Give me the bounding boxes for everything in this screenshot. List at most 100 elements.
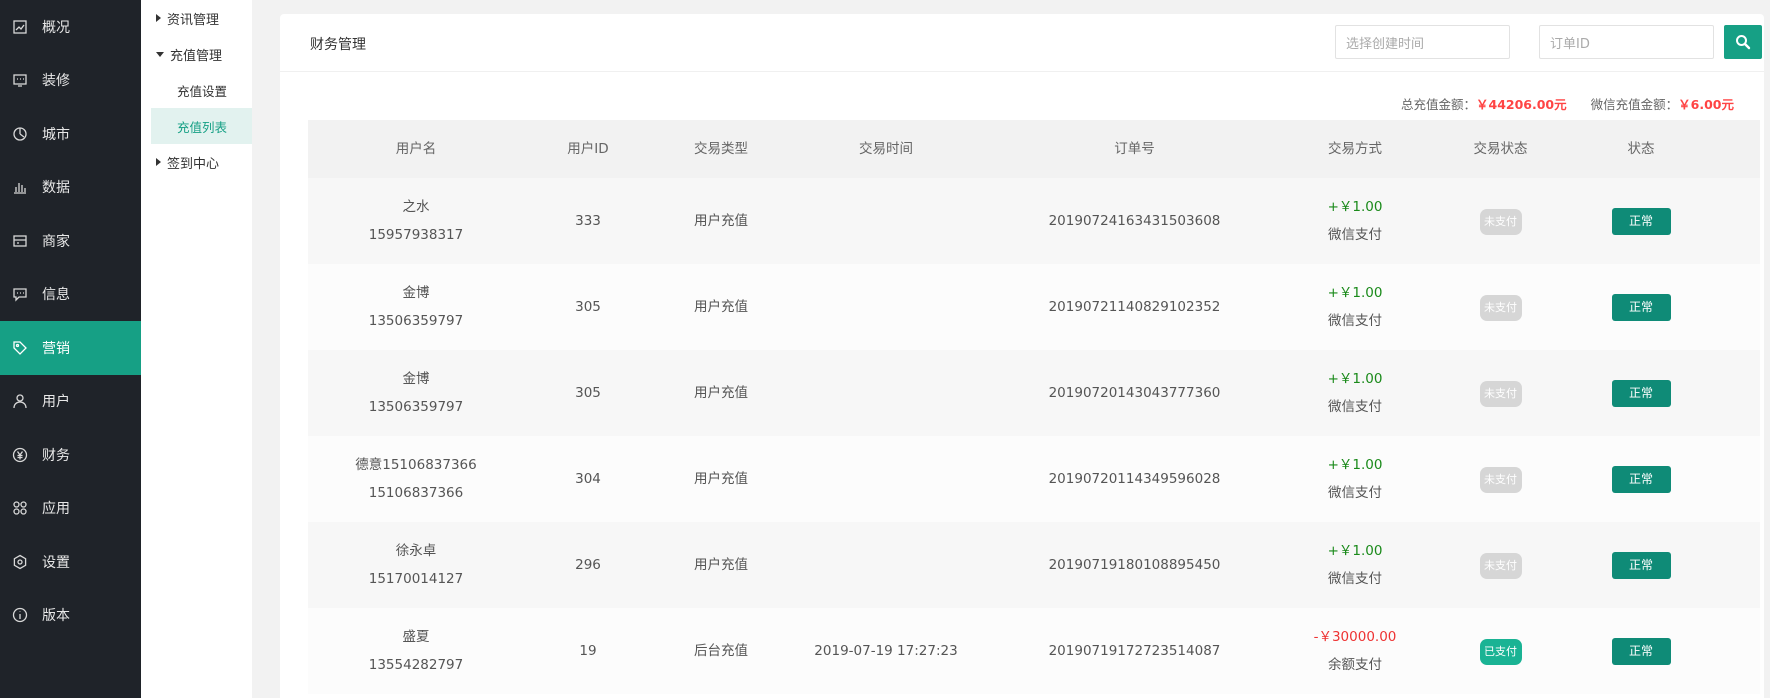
payment-status-badge: 未支付	[1479, 467, 1522, 493]
overview-icon	[12, 19, 28, 35]
payment-method: 微信支付	[1328, 227, 1382, 243]
total-recharge-label: 总充值金额：	[1400, 97, 1476, 112]
payment-status-cell: 未支付	[1423, 465, 1578, 493]
payment-method: 微信支付	[1328, 313, 1382, 329]
submenu-group-news[interactable]: 资讯管理	[141, 0, 252, 36]
user-phone: 13554282797	[368, 657, 464, 673]
user-cell: 之水 15957938317	[308, 193, 524, 249]
decoration-icon	[12, 72, 28, 88]
sidebar-item-label: 财务	[42, 447, 70, 464]
transaction-amount: -￥30000.00	[1313, 629, 1397, 645]
user-name: 金博	[402, 371, 430, 387]
column-header: 交易时间	[859, 141, 913, 157]
recharge-summary: 总充值金额：￥44206.00元 微信充值金额：￥6.00元	[1401, 94, 1734, 113]
sidebar-item-label: 应用	[42, 501, 70, 518]
user-name: 徐永卓	[395, 543, 437, 559]
sidebar-item-marketing[interactable]: 营销	[0, 321, 141, 375]
transaction-type: 用户充值	[694, 213, 748, 229]
sidebar-item-apps[interactable]: 应用	[0, 482, 141, 536]
create-time-input[interactable]: 选择创建时间	[1335, 25, 1510, 59]
sidebar-item-settings[interactable]: 设置	[0, 535, 141, 589]
user-cell: 金博 13506359797	[308, 365, 524, 421]
sidebar-item-label: 数据	[42, 180, 70, 197]
submenu-item-recharge-list[interactable]: 充值列表	[151, 108, 252, 144]
wechat-recharge-label: 微信充值金额：	[1590, 97, 1679, 112]
sidebar-item-decoration[interactable]: 装修	[0, 54, 141, 108]
transaction-type: 用户充值	[694, 471, 748, 487]
status-button[interactable]: 正常	[1611, 638, 1671, 665]
sidebar-item-version[interactable]: 版本	[0, 589, 141, 643]
submenu-item-recharge-settings[interactable]: 充值设置	[151, 72, 252, 108]
transaction-type: 后台充值	[694, 643, 748, 659]
sidebar-item-label: 营销	[42, 340, 70, 357]
table-row: 德意15106837366 15106837366 304 用户充值 201907201…	[308, 436, 1760, 522]
caret-right-icon	[156, 158, 161, 166]
payment-status-cell: 未支付	[1423, 293, 1578, 321]
user-phone: 13506359797	[368, 313, 464, 329]
status-button[interactable]: 正常	[1611, 294, 1671, 321]
status-button[interactable]: 正常	[1611, 466, 1671, 493]
sidebar-item-label: 版本	[42, 608, 70, 625]
payment-method: 微信支付	[1328, 571, 1382, 587]
payment-cell: +￥1.00 微信支付	[1287, 537, 1423, 593]
payment-cell: -￥30000.00 余额支付	[1287, 623, 1423, 679]
yuan-icon	[12, 447, 28, 463]
transaction-type: 用户充值	[694, 299, 748, 315]
sidebar-item-overview[interactable]: 概况	[0, 0, 141, 54]
status-cell: 正常	[1578, 293, 1704, 321]
transaction-amount: +￥1.00	[1327, 371, 1383, 387]
search-icon	[1736, 35, 1751, 50]
sidebar-item-label: 概况	[42, 19, 70, 36]
user-phone: 15170014127	[368, 571, 464, 587]
sidebar-item-label: 城市	[42, 126, 70, 143]
transaction-amount: +￥1.00	[1327, 199, 1383, 215]
search-button[interactable]	[1724, 25, 1762, 59]
status-cell: 正常	[1578, 207, 1704, 235]
column-header: 交易类型	[694, 141, 748, 157]
table-row: 之水 15957938317 333 用户充值 20190724163431503608…	[308, 178, 1760, 264]
total-recharge-value: ￥44206.00元	[1476, 97, 1567, 112]
column-header: 交易方式	[1328, 141, 1382, 157]
order-id-input[interactable]: 订单ID	[1539, 25, 1714, 59]
user-name: 德意15106837366	[355, 457, 477, 473]
submenu-group-checkin[interactable]: 签到中心	[141, 144, 252, 180]
sidebar-item-merchant[interactable]: 商家	[0, 214, 141, 268]
user-cell: 金博 13506359797	[308, 279, 524, 335]
wechat-recharge-value: ￥6.00元	[1678, 97, 1734, 112]
sidebar-item-finance[interactable]: 财务	[0, 428, 141, 482]
user-cell: 德意15106837366 15106837366	[308, 451, 524, 507]
user-phone: 13506359797	[368, 399, 464, 415]
sidebar-item-label: 商家	[42, 233, 70, 250]
message-icon	[12, 286, 28, 302]
sidebar-item-data[interactable]: 数据	[0, 161, 141, 215]
status-button[interactable]: 正常	[1611, 208, 1671, 235]
column-header: 用户名	[395, 141, 437, 157]
sidebar-item-user[interactable]: 用户	[0, 375, 141, 429]
sidebar-item-message[interactable]: 信息	[0, 268, 141, 322]
status-cell: 正常	[1578, 637, 1704, 665]
payment-method: 余额支付	[1328, 657, 1382, 673]
user-id: 333	[575, 213, 601, 229]
transaction-amount: +￥1.00	[1327, 457, 1383, 473]
payment-cell: +￥1.00 微信支付	[1287, 451, 1423, 507]
sidebar-item-label: 装修	[42, 73, 70, 90]
payment-status-badge: 未支付	[1479, 381, 1522, 407]
table-header-row: 用户名 用户ID 交易类型 交易时间 订单号 交易方式 交易状态 状态	[308, 120, 1760, 178]
user-phone: 15957938317	[368, 227, 464, 243]
submenu: 资讯管理 充值管理 充值设置 充值列表 签到中心	[141, 0, 252, 698]
user-name: 之水	[402, 199, 430, 215]
payment-method: 微信支付	[1328, 485, 1382, 501]
order-number: 20190720114349596028	[1048, 471, 1221, 487]
sidebar-item-city[interactable]: 城市	[0, 107, 141, 161]
status-button[interactable]: 正常	[1611, 552, 1671, 579]
gear-icon	[12, 554, 28, 570]
payment-method: 微信支付	[1328, 399, 1382, 415]
user-phone: 15106837366	[368, 485, 464, 501]
user-id: 305	[575, 299, 601, 315]
transaction-amount: +￥1.00	[1327, 543, 1383, 559]
user-cell: 徐永卓 15170014127	[308, 537, 524, 593]
user-icon	[12, 393, 28, 409]
submenu-group-recharge[interactable]: 充值管理	[141, 36, 252, 72]
caret-right-icon	[156, 14, 161, 22]
status-button[interactable]: 正常	[1611, 380, 1671, 407]
